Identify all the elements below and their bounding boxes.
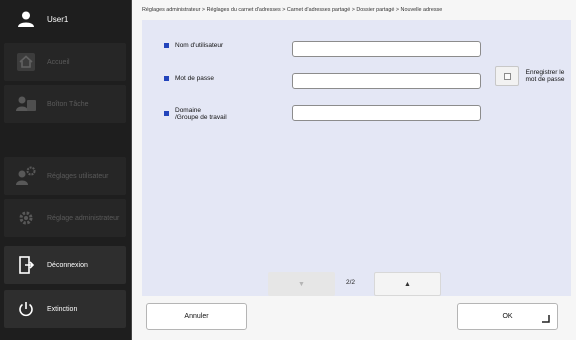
- sidebar-item-user-settings[interactable]: Réglages utilisateur: [4, 157, 126, 195]
- sidebar-item-label: Réglage administrateur: [47, 214, 120, 222]
- sidebar-item-label: Accueil: [47, 58, 70, 66]
- page-down-button[interactable]: ▼: [268, 272, 335, 296]
- sidebar: User1 Accueil Boîton Tâche Réglages util…: [0, 0, 131, 340]
- job-box-icon: [15, 93, 37, 115]
- user-icon: [18, 11, 34, 27]
- domain-field[interactable]: [292, 105, 481, 121]
- logout-icon: [15, 254, 37, 276]
- sidebar-item-label: Extinction: [47, 305, 78, 313]
- username-field[interactable]: [292, 41, 481, 57]
- pager: ▼ 2/2 ▲: [132, 272, 576, 296]
- bullet-icon: [164, 43, 169, 48]
- sidebar-item-label: Réglages utilisateur: [47, 172, 109, 180]
- sidebar-item-job-box[interactable]: Boîton Tâche: [4, 85, 126, 123]
- ok-button-label: OK: [502, 313, 513, 320]
- sidebar-item-label: Déconnexion: [47, 261, 88, 269]
- form-area: Nom d'utilisateur Mot de passe Enregistr…: [142, 20, 571, 296]
- domain-label-text: Domaine /Groupe de travail: [175, 107, 227, 121]
- bullet-icon: [164, 76, 169, 81]
- cancel-button[interactable]: Annuler: [146, 303, 247, 330]
- breadcrumb: Réglages administrateur > Réglages du ca…: [142, 7, 443, 13]
- bullet-icon: [164, 111, 169, 116]
- ok-button[interactable]: OK: [457, 303, 558, 330]
- sidebar-item-admin-settings[interactable]: Réglage administrateur: [4, 199, 126, 237]
- user-name: User1: [47, 14, 69, 24]
- domain-label-line2: /Groupe de travail: [175, 114, 227, 121]
- sidebar-item-home[interactable]: Accueil: [4, 43, 126, 81]
- save-password-checkbox[interactable]: [495, 66, 519, 86]
- arrow-up-icon: ▲: [404, 280, 411, 288]
- main-panel: Réglages administrateur > Réglages du ca…: [131, 0, 576, 340]
- enter-icon: [542, 315, 550, 323]
- power-off-button[interactable]: Extinction: [4, 290, 126, 328]
- save-password-toggle[interactable]: Enregistrer le mot de passe: [495, 66, 567, 86]
- admin-settings-icon: [15, 207, 37, 229]
- username-label-text: Nom d'utilisateur: [175, 42, 224, 49]
- checkbox-icon: [503, 72, 511, 80]
- save-password-label-line2: mot de passe: [525, 76, 565, 83]
- logout-button[interactable]: Déconnexion: [4, 246, 126, 284]
- password-field[interactable]: [292, 73, 481, 89]
- home-icon: [15, 51, 37, 73]
- save-password-label-line1: Enregistrer le: [525, 69, 565, 76]
- username-label: Nom d'utilisateur: [164, 42, 223, 49]
- page-up-button[interactable]: ▲: [374, 272, 441, 296]
- save-password-label: Enregistrer le mot de passe: [523, 69, 567, 83]
- arrow-down-icon: ▼: [298, 280, 305, 288]
- domain-label-line1: Domaine: [175, 107, 202, 114]
- user-indicator: User1: [0, 0, 131, 38]
- user-settings-icon: [15, 165, 37, 187]
- password-label: Mot de passe: [164, 75, 214, 82]
- password-label-text: Mot de passe: [175, 75, 215, 82]
- page-indicator: 2/2: [346, 279, 356, 286]
- domain-label: Domaine /Groupe de travail: [164, 107, 227, 121]
- sidebar-item-label: Boîton Tâche: [47, 100, 89, 108]
- power-icon: [15, 298, 37, 320]
